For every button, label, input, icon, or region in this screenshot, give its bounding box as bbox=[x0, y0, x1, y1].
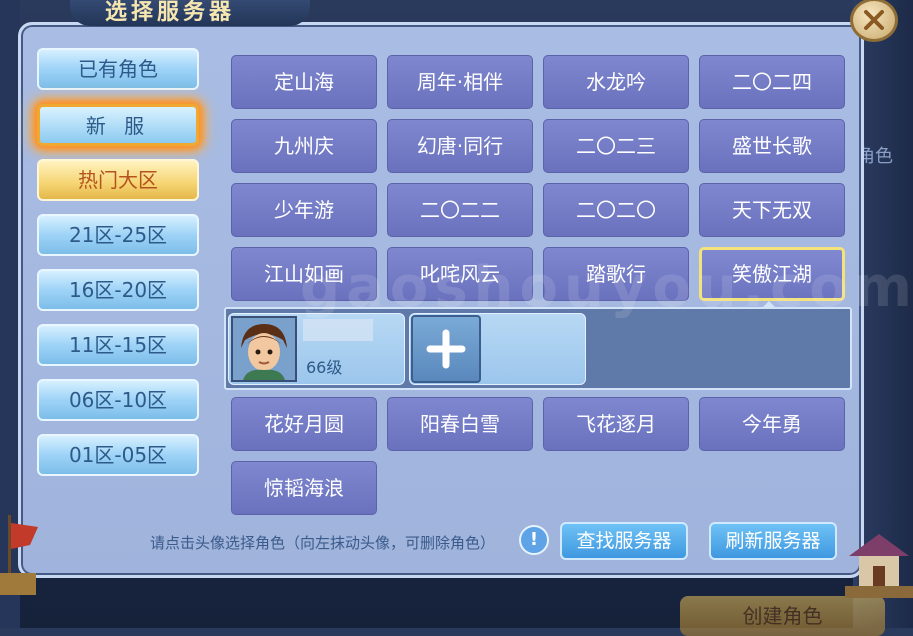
server-button[interactable]: 少年游 bbox=[231, 183, 377, 237]
add-character-button[interactable] bbox=[411, 315, 481, 383]
info-icon[interactable]: ! bbox=[519, 525, 549, 555]
server-button[interactable]: 二〇二〇 bbox=[543, 183, 689, 237]
character-avatar[interactable] bbox=[231, 316, 297, 382]
server-button[interactable]: 盛世长歌 bbox=[699, 119, 845, 173]
plus-icon bbox=[426, 329, 466, 369]
server-button[interactable]: 二〇二三 bbox=[543, 119, 689, 173]
sidebar-item-zone-01-05[interactable]: 01区-05区 bbox=[37, 434, 199, 476]
pavilion-decoration-icon bbox=[845, 534, 913, 598]
sidebar-item-zone-21-25[interactable]: 21区-25区 bbox=[37, 214, 199, 256]
dialog-title: 选择服务器 bbox=[105, 0, 236, 25]
close-button[interactable] bbox=[850, 0, 898, 42]
character-name-redacted bbox=[303, 319, 373, 341]
sidebar-item-existing-roles[interactable]: 已有角色 bbox=[37, 48, 199, 90]
server-button[interactable]: 花好月圆 bbox=[231, 397, 377, 451]
find-server-button[interactable]: 查找服务器 bbox=[560, 522, 688, 560]
flag-decoration-icon bbox=[0, 515, 38, 595]
refresh-server-button[interactable]: 刷新服务器 bbox=[709, 522, 837, 560]
close-icon bbox=[864, 10, 884, 30]
sidebar-item-hot-zones[interactable]: 热门大区 bbox=[37, 159, 199, 201]
watermark: gaoshouyou.com bbox=[300, 255, 913, 320]
server-button[interactable]: 二〇二二 bbox=[387, 183, 533, 237]
character-hint-text: 请点击头像选择角色（向左抹动头像，可删除角色） bbox=[150, 534, 496, 552]
create-role-button[interactable]: 创建角色 bbox=[680, 596, 885, 636]
server-button[interactable]: 定山海 bbox=[231, 55, 377, 109]
server-button[interactable]: 惊韬海浪 bbox=[231, 461, 377, 515]
server-button[interactable]: 幻唐·同行 bbox=[387, 119, 533, 173]
avatar-portrait-icon bbox=[233, 318, 295, 380]
sidebar-item-zone-11-15[interactable]: 11区-15区 bbox=[37, 324, 199, 366]
sidebar-item-zone-16-20[interactable]: 16区-20区 bbox=[37, 269, 199, 311]
server-button[interactable]: 周年·相伴 bbox=[387, 55, 533, 109]
sidebar-item-new-servers[interactable]: 新 服 bbox=[37, 104, 199, 146]
server-button[interactable]: 今年勇 bbox=[699, 397, 845, 451]
sidebar-item-zone-06-10[interactable]: 06区-10区 bbox=[37, 379, 199, 421]
server-button[interactable]: 二〇二四 bbox=[699, 55, 845, 109]
server-button[interactable]: 飞花逐月 bbox=[543, 397, 689, 451]
character-level: 66级 bbox=[306, 358, 343, 377]
server-button[interactable]: 水龙吟 bbox=[543, 55, 689, 109]
server-button[interactable]: 阳春白雪 bbox=[387, 397, 533, 451]
server-button[interactable]: 九州庆 bbox=[231, 119, 377, 173]
server-button[interactable]: 天下无双 bbox=[699, 183, 845, 237]
